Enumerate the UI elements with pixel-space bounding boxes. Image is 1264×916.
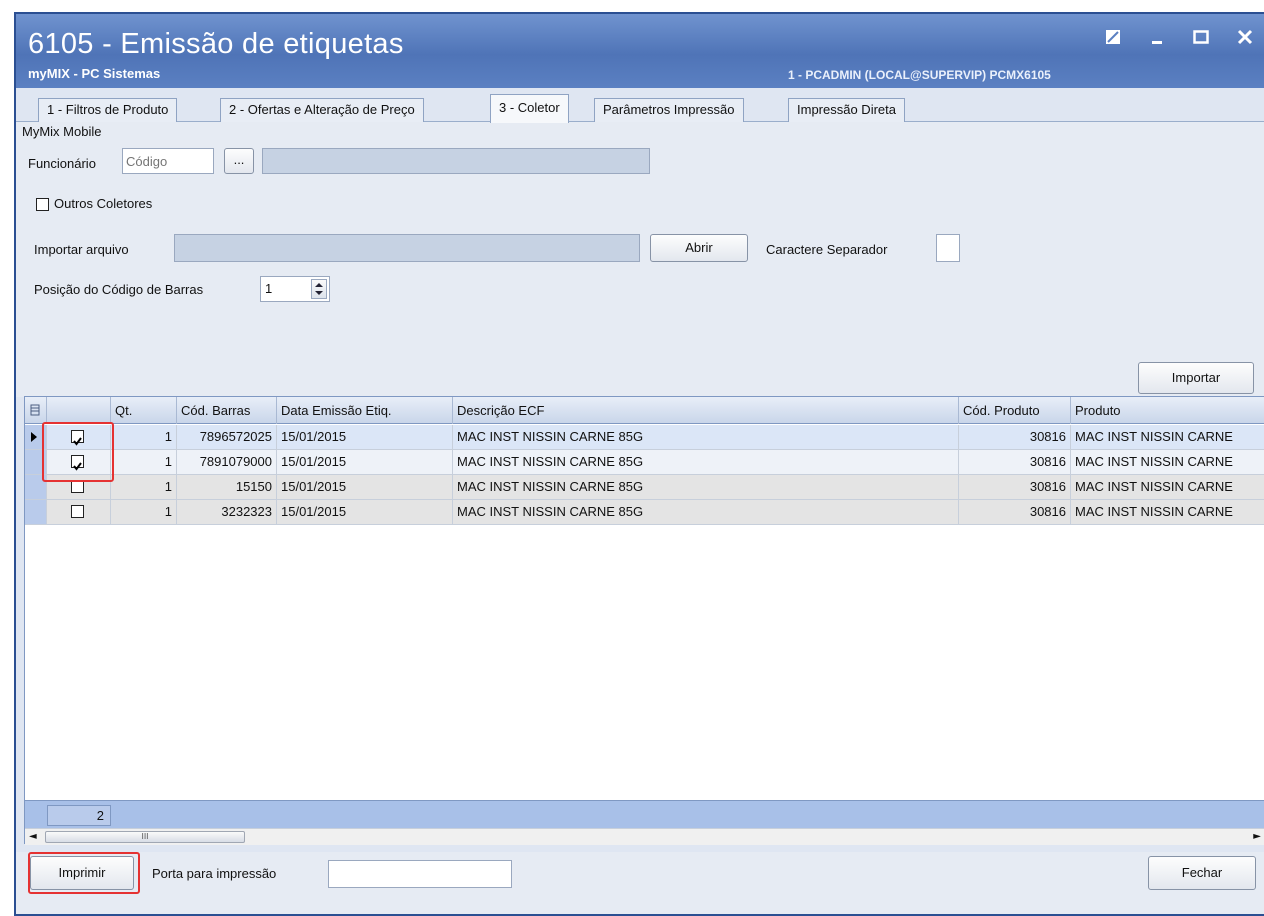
bottom-toolbar: Imprimir Porta para impressão Fechar [16,852,1264,914]
table-row[interactable]: 1 7896572025 15/01/2015 MAC INST NISSIN CAR… [25,425,1264,450]
tab-coletor[interactable]: 3 - Coletor [490,94,569,123]
outros-coletores-label: Outros Coletores [54,196,153,211]
posicao-value: 1 [265,281,273,296]
header-cod-produto[interactable]: Cód. Produto [959,397,1071,424]
header-data-emissao[interactable]: Data Emissão Etiq. [277,397,453,424]
row-checkbox[interactable] [47,500,111,524]
scroll-thumb[interactable]: III [45,831,245,843]
cell-data-emissao: 15/01/2015 [277,500,453,524]
horizontal-scrollbar[interactable]: ◄ III ► [25,828,1264,845]
cell-cod-barras: 7896572025 [177,425,277,449]
table-row[interactable]: 1 15150 15/01/2015 MAC INST NISSIN CARNE 85… [25,475,1264,500]
cell-descricao-ecf: MAC INST NISSIN CARNE 85G [453,450,959,474]
header-qt[interactable]: Qt. [111,397,177,424]
porta-impressao-label: Porta para impressão [152,866,277,881]
spin-arrows-icon[interactable] [311,279,327,299]
fechar-button[interactable]: Fechar [1148,856,1256,890]
user-info: 1 - PCADMIN (LOCAL@SUPERVIP) PCMX6105 [788,68,1051,82]
coletor-panel: MyMix Mobile Funcionário ... Outros Cole… [16,122,1264,397]
cell-cod-produto: 30816 [959,425,1071,449]
cell-qt: 1 [111,425,177,449]
minimize-icon[interactable] [1148,28,1166,46]
importar-arquivo-label: Importar arquivo [34,242,129,257]
imprimir-highlight-box [28,852,140,894]
cell-qt: 1 [111,450,177,474]
cell-qt: 1 [111,475,177,499]
scroll-right-icon[interactable]: ► [1253,831,1261,842]
funcionario-codigo-input[interactable] [122,148,214,174]
cell-cod-barras: 15150 [177,475,277,499]
selected-count-summary: 2 [47,805,111,826]
header-descricao-ecf[interactable]: Descrição ECF [453,397,959,424]
current-row-arrow-icon [29,431,39,446]
title-bar[interactable]: 6105 - Emissão de etiquetas myMIX - PC S… [16,14,1264,88]
cell-data-emissao: 15/01/2015 [277,475,453,499]
cell-produto: MAC INST NISSIN CARNE [1071,450,1264,474]
cell-qt: 1 [111,500,177,524]
funcionario-name-field [262,148,650,174]
cell-cod-produto: 30816 [959,450,1071,474]
funcionario-label: Funcionário [28,156,96,171]
cell-cod-produto: 30816 [959,475,1071,499]
close-icon[interactable] [1236,28,1254,46]
posicao-codigo-barras-label: Posição do Código de Barras [34,282,204,297]
importar-button[interactable]: Importar [1138,362,1254,394]
caractere-separador-input[interactable] [936,234,960,262]
grid-summary-bar: 2 [25,800,1264,828]
cell-produto: MAC INST NISSIN CARNE [1071,425,1264,449]
abrir-button[interactable]: Abrir [650,234,748,262]
tab-parametros-impressao[interactable]: Parâmetros Impressão [594,98,744,122]
cell-produto: MAC INST NISSIN CARNE [1071,475,1264,499]
caractere-separador-label: Caractere Separador [766,242,888,257]
grid-empty-area [25,525,47,800]
posicao-codigo-barras-stepper[interactable]: 1 [260,276,330,302]
cell-descricao-ecf: MAC INST NISSIN CARNE 85G [453,475,959,499]
header-selecao [47,397,111,424]
tab-impressao-direta[interactable]: Impressão Direta [788,98,905,122]
porta-impressao-input[interactable] [328,860,512,888]
header-produto[interactable]: Produto [1071,397,1264,424]
funcionario-lookup-button[interactable]: ... [224,148,254,174]
maximize-icon[interactable] [1192,28,1210,46]
table-row[interactable]: 1 3232323 15/01/2015 MAC INST NISSIN CARNE … [25,500,1264,525]
unchecked-checkbox-icon[interactable] [71,505,84,518]
tab-bar: 1 - Filtros de Produto 2 - Ofertas e Alt… [16,90,1264,123]
cell-descricao-ecf: MAC INST NISSIN CARNE 85G [453,425,959,449]
column-chooser-icon[interactable] [25,397,47,424]
cell-data-emissao: 15/01/2015 [277,425,453,449]
grid-header: Qt. Cód. Barras Data Emissão Etiq. Descr… [25,397,1264,424]
checkbox-highlight-box [42,422,114,482]
tab-ofertas[interactable]: 2 - Ofertas e Alteração de Preço [220,98,424,122]
cell-cod-barras: 7891079000 [177,450,277,474]
cell-produto: MAC INST NISSIN CARNE [1071,500,1264,524]
cell-cod-barras: 3232323 [177,500,277,524]
cell-descricao-ecf: MAC INST NISSIN CARNE 85G [453,500,959,524]
pin-icon[interactable] [1104,28,1122,46]
scroll-left-icon[interactable]: ◄ [29,831,37,842]
window-title: 6105 - Emissão de etiquetas [28,28,404,60]
cell-cod-produto: 30816 [959,500,1071,524]
etiquetas-grid: Qt. Cód. Barras Data Emissão Etiq. Descr… [24,396,1264,845]
table-row[interactable]: 1 7891079000 15/01/2015 MAC INST NISSIN CAR… [25,450,1264,475]
app-subtitle: myMIX - PC Sistemas [28,66,161,81]
main-window: 6105 - Emissão de etiquetas myMIX - PC S… [14,12,1264,916]
cell-data-emissao: 15/01/2015 [277,450,453,474]
importar-arquivo-input[interactable] [174,234,640,262]
tab-filtros-produto[interactable]: 1 - Filtros de Produto [38,98,178,122]
header-cod-barras[interactable]: Cód. Barras [177,397,277,424]
row-indicator [25,500,47,524]
mymix-mobile-group-label: MyMix Mobile [22,124,102,139]
outros-coletores-checkbox[interactable] [36,198,49,211]
